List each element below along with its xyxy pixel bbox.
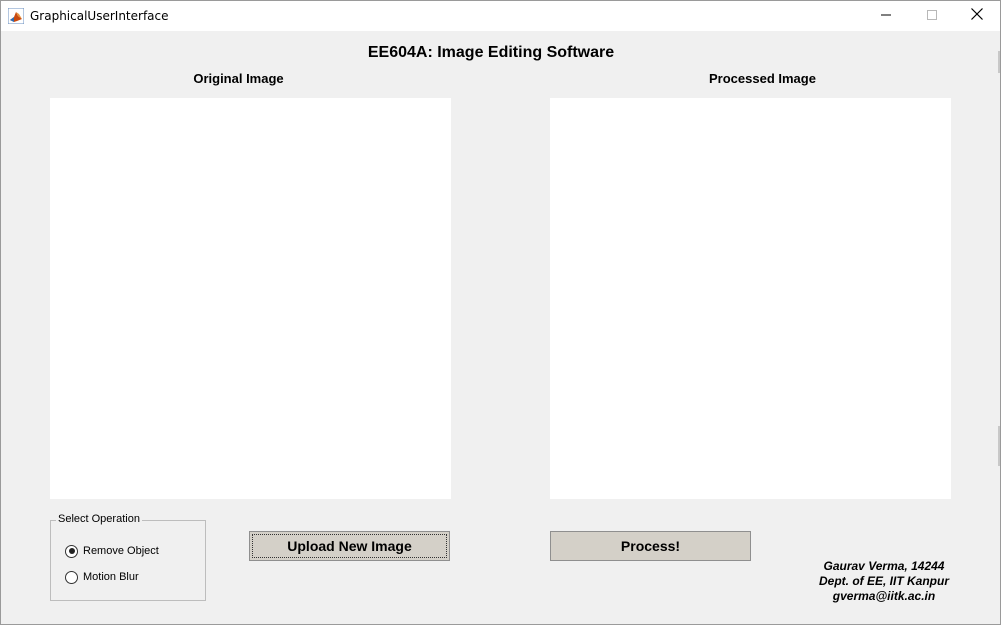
edge-mark: [998, 51, 1000, 73]
close-icon: [971, 7, 983, 25]
minimize-icon: [881, 7, 891, 25]
select-operation-group: Select Operation Remove Object Motion Bl…: [50, 513, 206, 601]
motion-blur-label: Motion Blur: [83, 571, 139, 583]
app-title: EE604A: Image Editing Software: [367, 44, 615, 61]
credits-email: gverma@iitk.ac.in: [832, 589, 936, 603]
maximize-icon: [927, 7, 937, 25]
motion-blur-radio[interactable]: Motion Blur: [65, 569, 139, 585]
window-title: GraphicalUserInterface: [30, 9, 169, 23]
select-operation-label: Select Operation: [56, 513, 142, 525]
processed-image-axes[interactable]: [550, 98, 951, 499]
process-button[interactable]: Process!: [550, 531, 751, 561]
credits-name: Gaurav Verma, 14244: [823, 559, 945, 573]
radio-unselected-icon: [65, 570, 78, 584]
credits-dept: Dept. of EE, IIT Kanpur: [818, 574, 949, 588]
minimize-button[interactable]: [863, 1, 909, 31]
remove-object-label: Remove Object: [83, 545, 159, 557]
app-window: GraphicalUserInterface EE604A: Image Edi…: [0, 0, 1001, 625]
radio-selected-icon: [65, 544, 78, 558]
remove-object-radio[interactable]: Remove Object: [65, 543, 159, 559]
upload-new-image-button[interactable]: Upload New Image: [249, 531, 450, 561]
original-image-axes[interactable]: [50, 98, 451, 499]
edge-mark: [998, 426, 1000, 466]
original-image-label: Original Image: [193, 71, 284, 86]
matlab-icon: [7, 7, 25, 25]
title-bar[interactable]: GraphicalUserInterface: [1, 1, 1000, 31]
maximize-button[interactable]: [909, 1, 955, 31]
figure-client-area: EE604A: Image Editing Software Original …: [1, 31, 1000, 624]
processed-image-label: Processed Image: [709, 71, 816, 86]
author-credits: Gaurav Verma, 14244 Dept. of EE, IIT Kan…: [801, 559, 967, 604]
close-button[interactable]: [954, 1, 1000, 31]
